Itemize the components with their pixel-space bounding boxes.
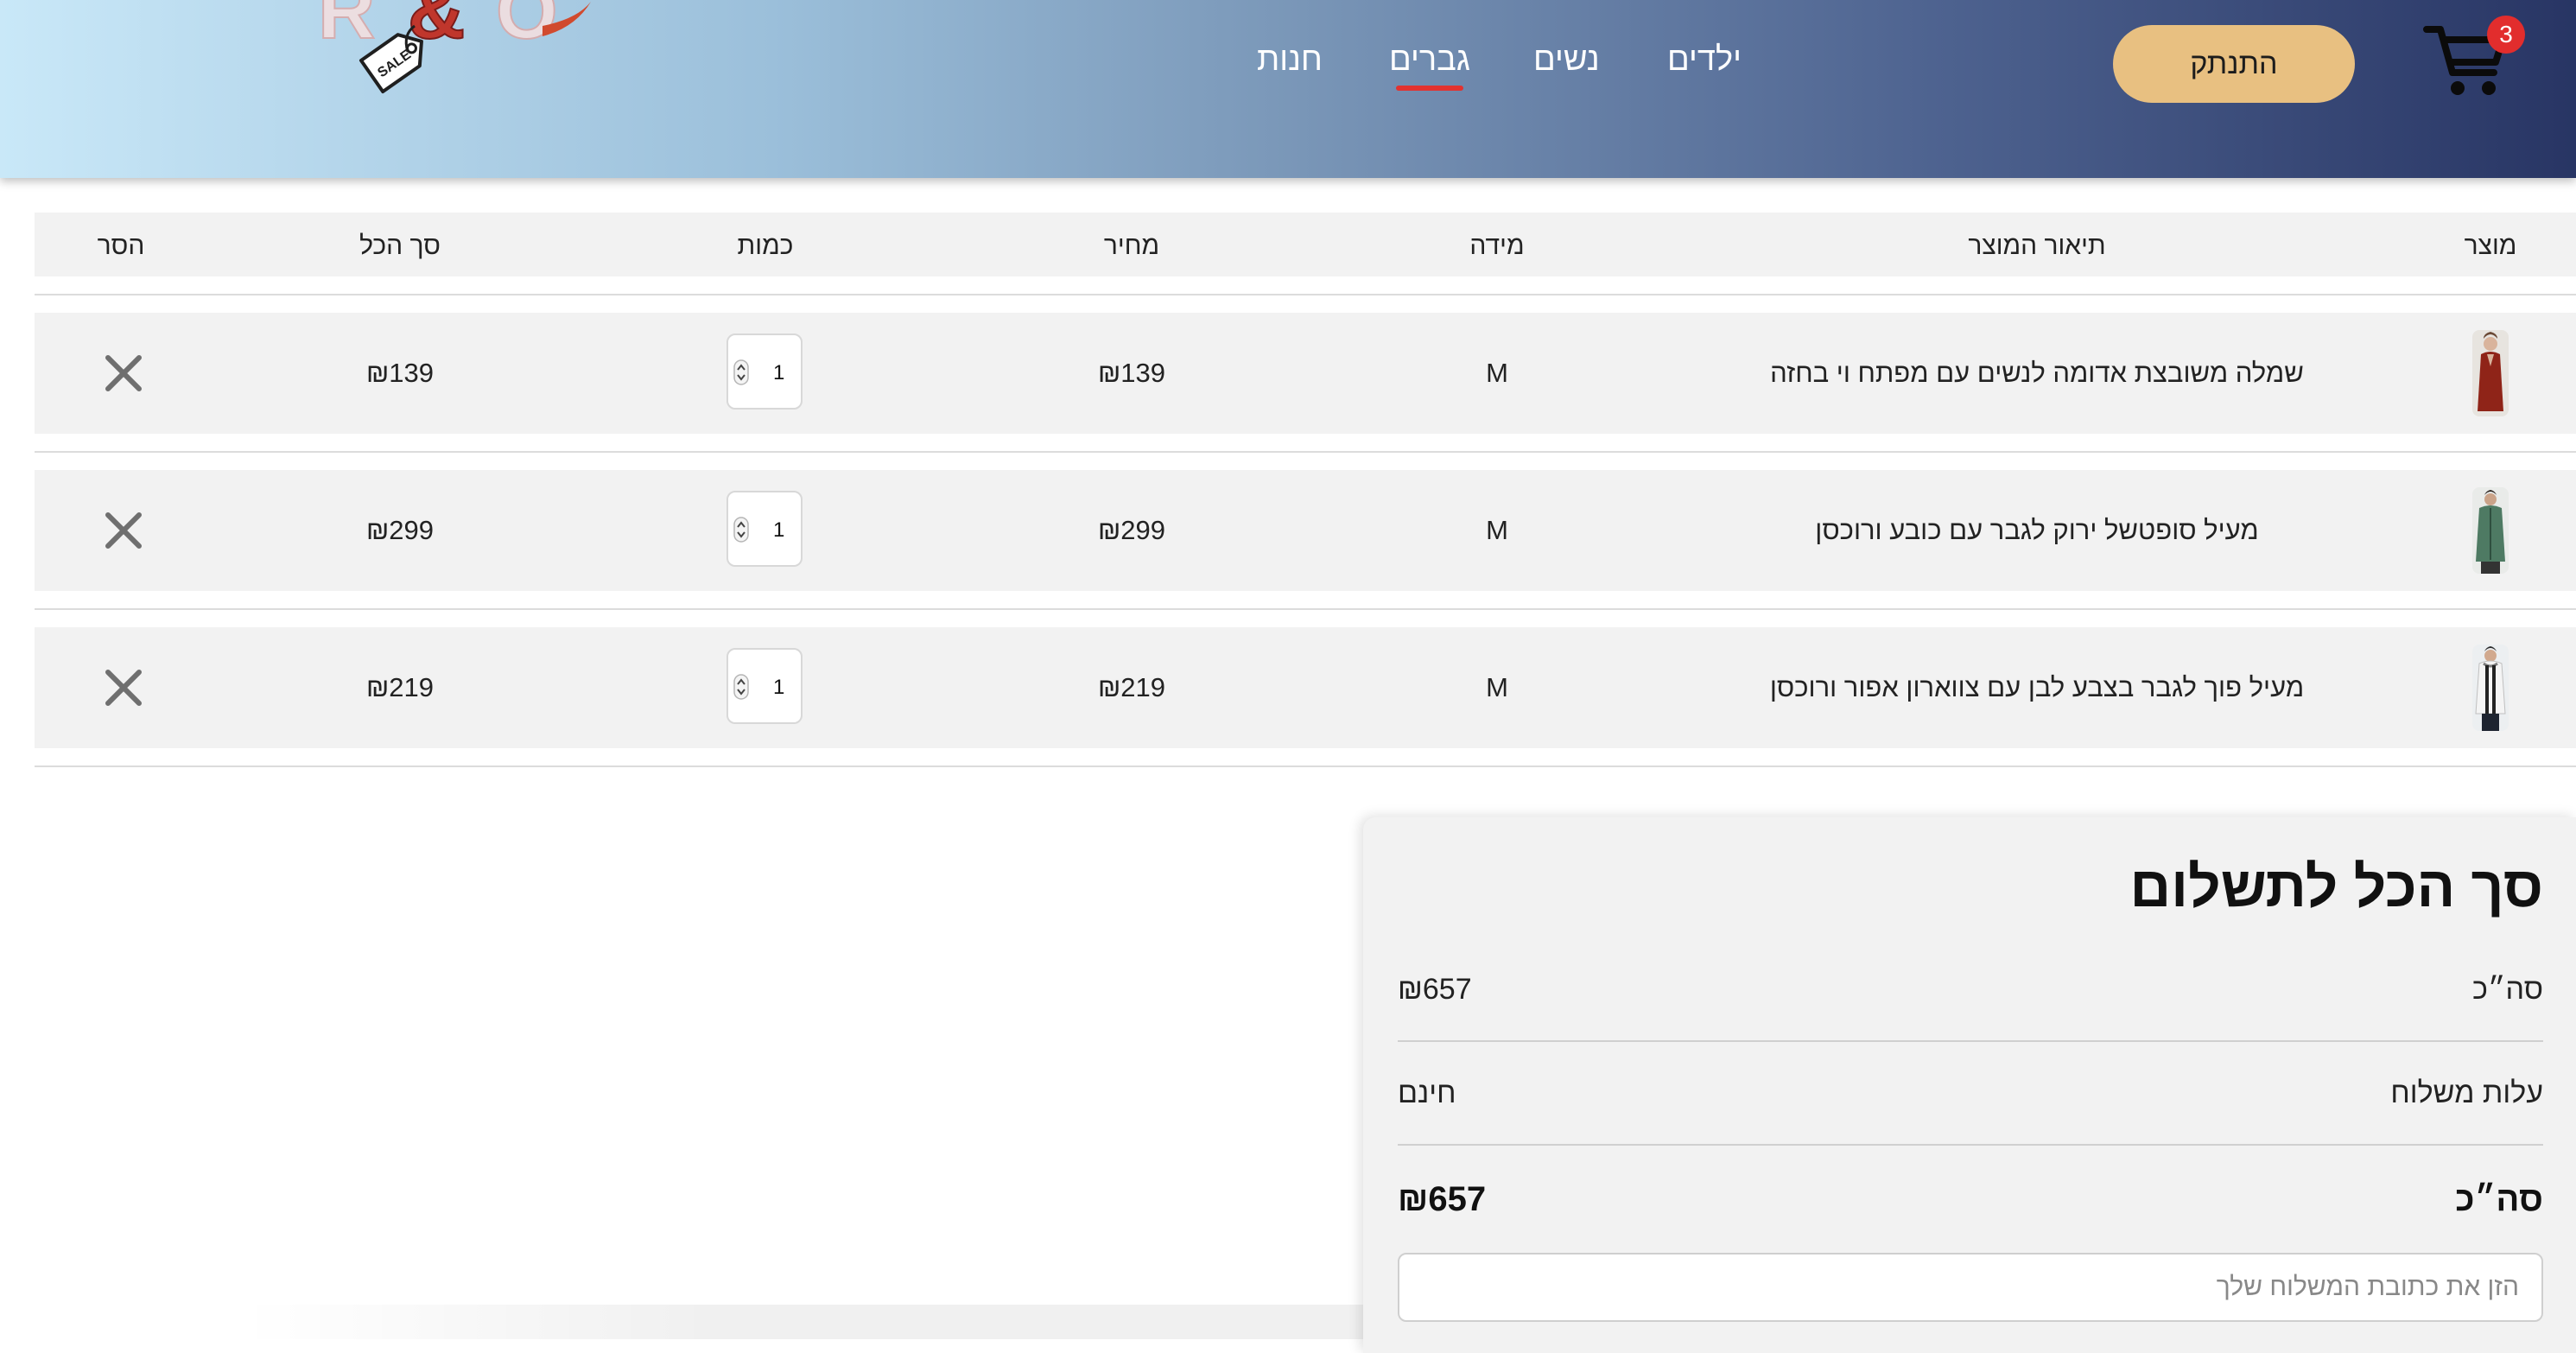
divider (1398, 1040, 2543, 1042)
divider (1398, 1144, 2543, 1146)
header-total: סך הכל (359, 232, 441, 260)
site-header: R & O SALE ילדים נשים גברים חנות התנתק 3 (0, 0, 2576, 178)
quantity-value: 1 (773, 518, 785, 542)
row-total: ₪139 (365, 358, 435, 388)
quantity-value: 1 (773, 361, 785, 384)
row-total: ₪219 (365, 672, 435, 702)
product-size: M (1486, 358, 1508, 388)
summary-title: סך הכל לתשלום (2129, 854, 2543, 918)
product-price: ₪299 (1097, 515, 1166, 545)
nav-link-men[interactable]: גברים (1389, 41, 1470, 91)
divider (35, 451, 2576, 453)
product-price: ₪219 (1097, 672, 1166, 702)
product-description: מעיל פוך לגבר בצבע לבן עם צווארון אפור ו… (1769, 672, 2305, 702)
quantity-stepper[interactable]: 1 (726, 648, 803, 724)
stepper-arrows-icon[interactable] (733, 674, 749, 700)
subtotal-label: סה״כ (2472, 973, 2543, 1006)
svg-text:R: R (318, 0, 375, 55)
product-price: ₪139 (1097, 358, 1166, 388)
header-description: תיאור המוצר (1968, 232, 2106, 260)
product-image[interactable] (2472, 330, 2509, 416)
stepper-arrows-icon[interactable] (733, 517, 749, 543)
product-size: M (1486, 515, 1508, 545)
shipping-address-input[interactable] (1398, 1253, 2543, 1322)
quantity-value: 1 (773, 676, 785, 699)
divider (35, 608, 2576, 610)
cart-count-badge: 3 (2487, 16, 2525, 54)
header-size: מידה (1469, 232, 1525, 260)
header-remove: הסר (97, 232, 145, 260)
nav-link-women[interactable]: נשים (1533, 41, 1600, 79)
remove-icon[interactable] (103, 353, 144, 394)
remove-icon[interactable] (103, 510, 144, 551)
subtotal-value: ₪657 (1398, 973, 1472, 1006)
product-description: שמלה משובצת אדומה לנשים עם מפתח וי בחזה (1770, 358, 2304, 388)
order-summary-panel: סך הכל לתשלום סה״כ ₪657 עלות משלוח חינם … (1363, 817, 2576, 1353)
header-product: מוצר (2464, 232, 2517, 260)
cart-table-header: מוצר תיאור המוצר מידה מחיר כמות סך הכל ה… (35, 213, 2576, 276)
nav-link-kids[interactable]: ילדים (1667, 41, 1742, 79)
header-price: מחיר (1103, 232, 1160, 260)
row-total: ₪299 (365, 515, 435, 545)
stepper-arrows-icon[interactable] (733, 359, 749, 385)
table-row: שמלה משובצת אדומה לנשים עם מפתח וי בחזה … (35, 313, 2576, 434)
header-quantity: כמות (737, 232, 794, 260)
divider (35, 765, 2576, 767)
quantity-stepper[interactable]: 1 (726, 491, 803, 567)
quantity-stepper[interactable]: 1 (726, 333, 803, 410)
brand-logo[interactable]: R & O SALE (311, 0, 613, 138)
product-image[interactable] (2472, 645, 2509, 731)
product-description: מעיל סופטשל ירוק לגבר עם כובע ורוכסן (1815, 515, 2259, 545)
shipping-label: עלות משלוח (2390, 1077, 2543, 1109)
table-row: מעיל סופטשל ירוק לגבר עם כובע ורוכסן M ₪… (35, 470, 2576, 591)
divider (35, 294, 2576, 295)
logout-button[interactable]: התנתק (2113, 25, 2355, 103)
remove-icon[interactable] (103, 667, 144, 708)
total-value: ₪657 (1398, 1180, 1487, 1218)
product-size: M (1486, 672, 1508, 702)
product-image[interactable] (2472, 487, 2509, 574)
table-row: מעיל פוך לגבר בצבע לבן עם צווארון אפור ו… (35, 627, 2576, 748)
nav-link-store[interactable]: חנות (1257, 41, 1323, 79)
total-label: סה״כ (2455, 1180, 2543, 1218)
shipping-value: חינם (1398, 1077, 1456, 1109)
